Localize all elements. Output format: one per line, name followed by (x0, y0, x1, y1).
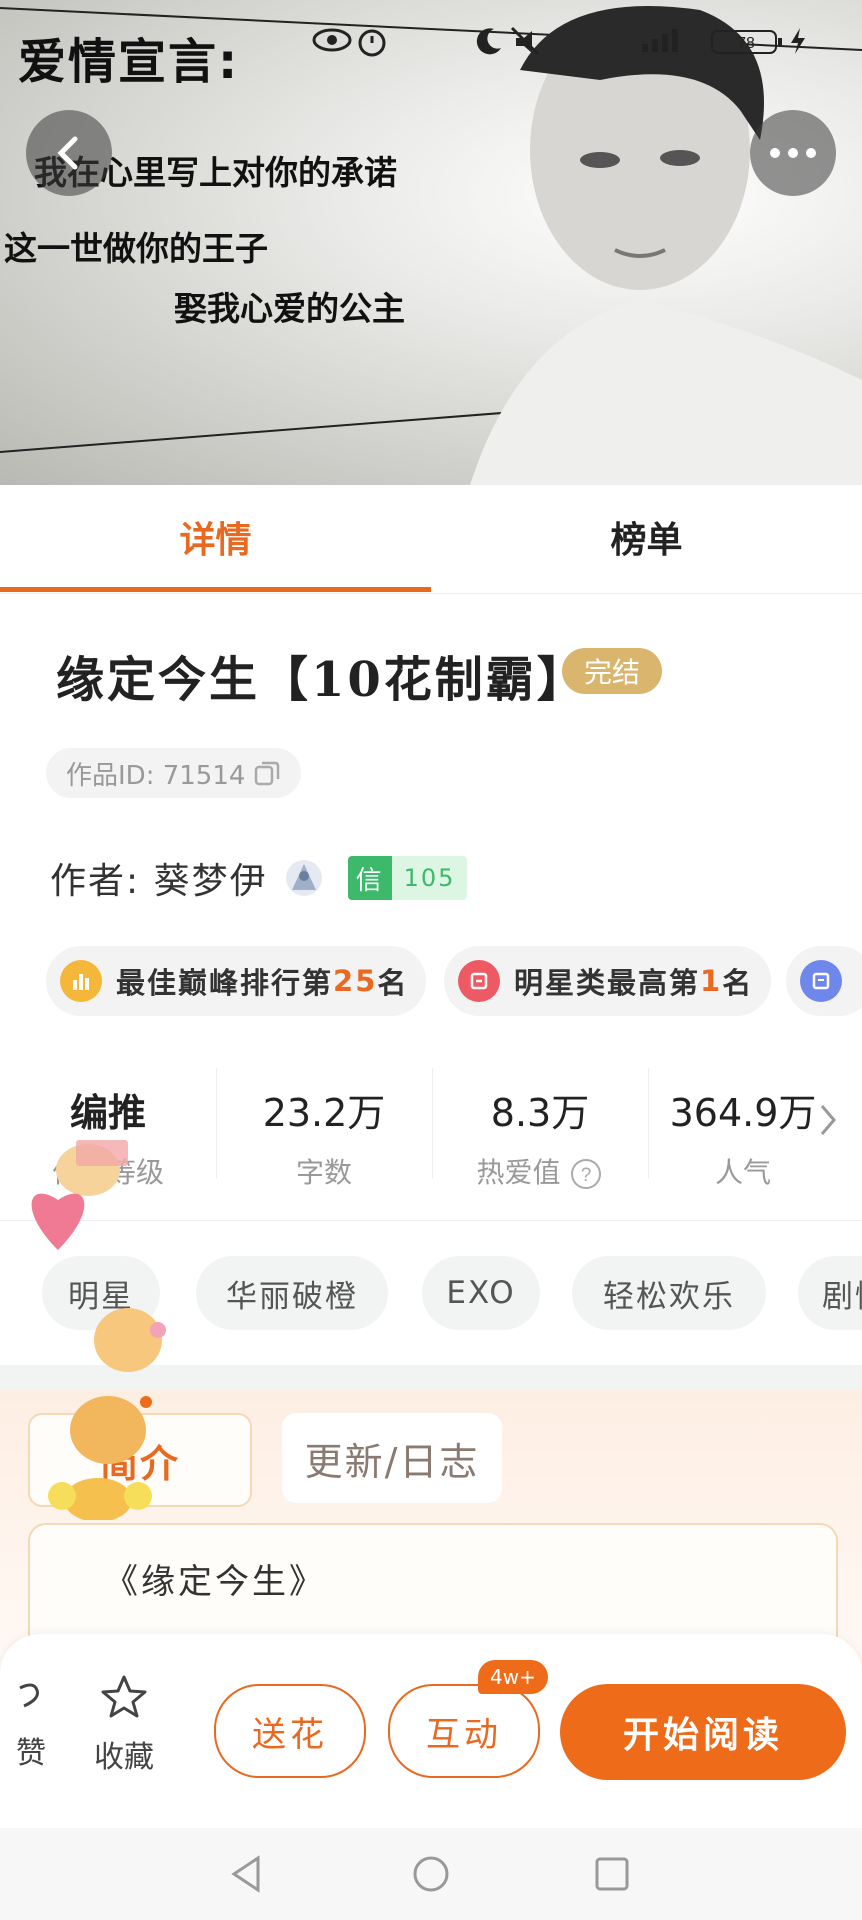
stat-level-value: 编推 (69, 1091, 146, 1135)
tab-bar: 详情 榜单 (0, 485, 862, 594)
send-flower-button[interactable]: 送花 (214, 1684, 366, 1778)
tag-chip[interactable]: 华丽破橙 (196, 1256, 388, 1330)
charging-icon (788, 26, 808, 63)
stat-words-value: 23.2万 (262, 1091, 386, 1135)
square-recents-icon (595, 1857, 629, 1891)
author-avatar-icon (285, 860, 322, 896)
ranking-chip-2[interactable]: 明星类最高第 1 名 (444, 946, 772, 1016)
tab-details[interactable]: 详情 (0, 485, 431, 589)
thumb-up-icon (19, 1683, 39, 1708)
stat-love-value: 8.3万 (490, 1091, 590, 1135)
cover-image: 爱情宣言: 我在心里写上对你的承诺 这一世做你的王子 娶我心爱的公主 78 (0, 0, 862, 485)
favorite-button[interactable]: 收藏 (94, 1674, 154, 1776)
status-badge: 完结 (562, 648, 662, 694)
tag-chip[interactable]: EXO (422, 1256, 540, 1330)
alarm-icon (356, 26, 388, 65)
tab-indicator (0, 587, 431, 592)
start-reading-button[interactable]: 开始阅读 (560, 1684, 846, 1780)
stat-love: 8.3万 热爱值 ? (432, 1058, 648, 1191)
ranking-2-text: 明星类最高第 (514, 966, 701, 1000)
battery-icon: 78 (710, 28, 786, 63)
mascot-sticker-icon (31, 1140, 166, 1520)
stat-love-label-wrap: 热爱值 ? (432, 1151, 648, 1191)
cover-title: 爱情宣言: (18, 34, 240, 90)
moon-icon (474, 26, 504, 63)
favorite-label: 收藏 (94, 1740, 154, 1775)
bottom-action-bar: 赞 收藏 送花 互动 4w+ 开始阅读 (0, 1634, 862, 1828)
xin-badge: 信 105 (347, 856, 468, 900)
author-row[interactable]: 作者: 葵梦伊 信 105 (50, 852, 468, 904)
back-button[interactable] (26, 110, 112, 196)
tag-chip[interactable]: 剧情 (798, 1256, 862, 1330)
xin-label: 信 (347, 856, 392, 900)
eye-icon (312, 26, 352, 61)
bar-chart-icon (60, 960, 102, 1002)
nav-recents-button[interactable] (588, 1850, 636, 1898)
tag-chip[interactable]: 轻松欢乐 (572, 1256, 766, 1330)
stat-love-label: 热爱值 (476, 1156, 561, 1189)
nav-back-button[interactable] (222, 1850, 270, 1898)
stat-popularity-label: 人气 (714, 1156, 771, 1189)
ranking-chip-1[interactable]: 最佳巅峰排行第 25 名 (46, 946, 427, 1016)
work-id-text: 作品ID: 71514 (66, 760, 246, 791)
ranking-2-number: 1 (700, 964, 723, 998)
author-name: 作者: 葵梦伊 (50, 861, 268, 902)
svg-text:78: 78 (737, 35, 755, 52)
ranking-1-number: 25 (333, 964, 378, 998)
book-title: 缘定今生【10花制霸】 (56, 652, 588, 708)
mute-icon (510, 26, 540, 63)
xin-value: 105 (391, 856, 468, 900)
more-icon (770, 148, 816, 158)
star-icon (101, 1675, 147, 1718)
cover-line-3: 娶我心爱的公主 (174, 289, 405, 328)
stat-popularity-value: 364.9万 (669, 1091, 817, 1135)
interact-count-badge: 4w+ (478, 1660, 548, 1694)
help-icon[interactable]: ? (569, 1157, 603, 1191)
signal-icon (640, 26, 700, 61)
ranking-2-suffix: 名 (722, 966, 754, 1000)
trophy-icon (458, 960, 500, 1002)
svg-text:?: ? (581, 1165, 592, 1186)
tab-ranking[interactable]: 榜单 (431, 485, 862, 589)
interact-button[interactable]: 互动 (388, 1684, 540, 1778)
ranking-1-text: 最佳巅峰排行第 (116, 966, 334, 1000)
ranking-chip-3[interactable] (786, 946, 862, 1016)
tab-update-log[interactable]: 更新/日志 (282, 1413, 502, 1503)
chevron-right-icon[interactable] (816, 1102, 840, 1138)
ranking-1-suffix: 名 (377, 966, 409, 1000)
nav-home-button[interactable] (407, 1850, 455, 1898)
chevron-left-icon (57, 136, 78, 170)
intro-text: 《缘定今生》 (104, 1562, 326, 1602)
like-button[interactable]: 赞 (16, 1674, 46, 1772)
more-button[interactable] (750, 110, 836, 196)
stat-words: 23.2万 字数 (216, 1058, 432, 1189)
like-label: 赞 (16, 1736, 46, 1771)
work-id-chip[interactable]: 作品ID: 71514 (46, 748, 302, 798)
ranking-strip: 最佳巅峰排行第 25 名 明星类最高第 1 名 (46, 946, 862, 1016)
triangle-back-icon (231, 1855, 260, 1893)
list-icon (800, 960, 842, 1002)
stat-popularity: 364.9万 人气 (648, 1058, 838, 1189)
cover-line-2: 这一世做你的王子 (4, 229, 268, 268)
system-nav-bar (0, 1828, 862, 1920)
stat-words-label: 字数 (295, 1156, 352, 1189)
copy-icon[interactable] (253, 759, 281, 787)
circle-home-icon (413, 1856, 449, 1892)
